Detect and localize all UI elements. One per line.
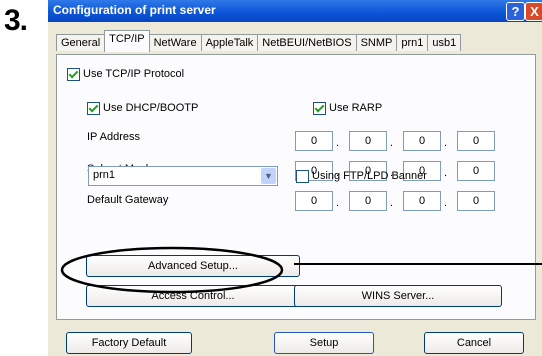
highlight-ellipse (60, 246, 284, 294)
callout-annotation (60, 246, 542, 294)
tab-tcpip[interactable]: TCP/IP (104, 30, 150, 52)
